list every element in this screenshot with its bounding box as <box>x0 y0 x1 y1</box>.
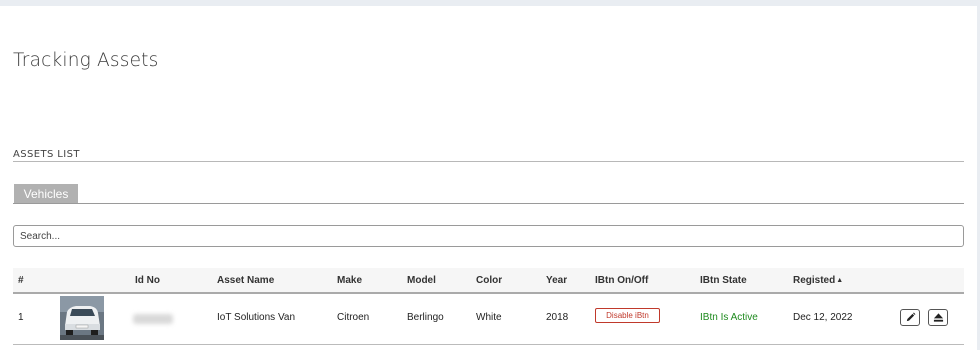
col-header-model[interactable]: Model <box>407 275 436 286</box>
section-divider <box>13 161 964 162</box>
col-header-registed[interactable]: Registed▲ <box>793 275 843 286</box>
van-image-icon <box>60 296 104 340</box>
row-make: Citroen <box>337 312 370 323</box>
col-header-ibtn-on-off[interactable]: IBtn On/Off <box>595 275 648 286</box>
header-divider <box>13 292 964 294</box>
row-registered-date: Dec 12, 2022 <box>793 312 853 323</box>
col-header-ibtn-state[interactable]: IBtn State <box>700 275 747 286</box>
page-title: Tracking Assets <box>13 50 159 71</box>
sort-ascending-icon: ▲ <box>836 277 844 284</box>
tab-vehicles[interactable]: Vehicles <box>14 184 78 203</box>
col-header-make[interactable]: Make <box>337 275 362 286</box>
tab-divider <box>13 203 964 204</box>
edit-button[interactable] <box>900 309 920 326</box>
col-header-registed-label: Registed <box>793 275 836 286</box>
content-card: Tracking Assets ASSETS LIST Vehicles # I… <box>0 6 977 350</box>
row-asset-name: IoT Solutions Van <box>217 312 296 323</box>
row-divider <box>13 344 964 345</box>
vehicle-photo[interactable] <box>60 296 104 340</box>
col-header-index: # <box>18 275 24 286</box>
row-model: Berlingo <box>407 312 444 323</box>
section-title: ASSETS LIST <box>13 149 80 160</box>
disable-ibtn-button[interactable]: Disable iBtn <box>595 308 660 323</box>
row-index: 1 <box>18 312 24 323</box>
col-header-id-no[interactable]: Id No <box>135 275 160 286</box>
eject-icon <box>933 313 943 322</box>
pencil-icon <box>906 312 915 322</box>
row-year: 2018 <box>546 312 569 323</box>
col-header-color[interactable]: Color <box>476 275 502 286</box>
col-header-asset-name[interactable]: Asset Name <box>217 275 274 286</box>
eject-button[interactable] <box>928 309 948 326</box>
row-id-no <box>133 314 173 324</box>
row-color: White <box>476 312 502 323</box>
col-header-year[interactable]: Year <box>546 275 567 286</box>
ibtn-state-status: IBtn Is Active <box>700 312 758 323</box>
search-input[interactable] <box>13 225 964 247</box>
